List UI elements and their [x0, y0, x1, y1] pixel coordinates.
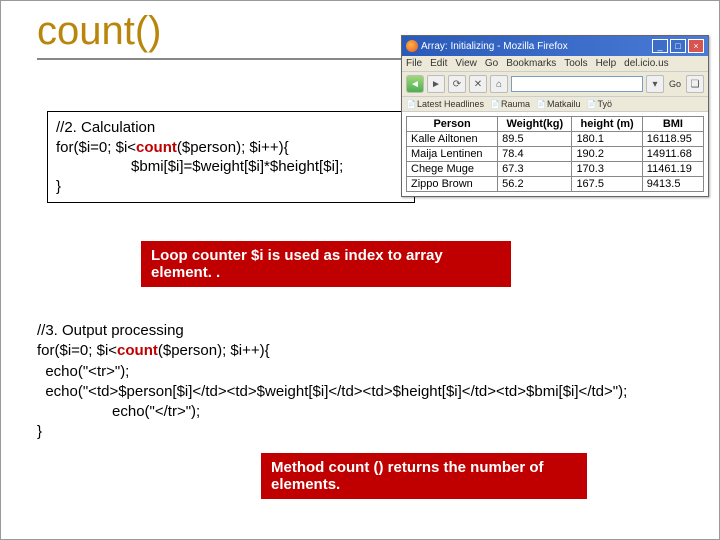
browser-titlebar: Array: Initializing - Mozilla Firefox _ … — [402, 36, 708, 56]
th-person: Person — [407, 117, 498, 132]
menu-file[interactable]: File — [406, 58, 422, 69]
stop-button[interactable]: ✕ — [469, 75, 487, 93]
th-weight: Weight(kg) — [498, 117, 572, 132]
table-row: Maija Lentinen 78.4 190.2 14911.68 — [407, 147, 704, 162]
table-header-row: Person Weight(kg) height (m) BMI — [407, 117, 704, 132]
menu-delicious[interactable]: del.icio.us — [624, 58, 668, 69]
close-button[interactable]: × — [688, 39, 704, 53]
code-block-calculation: //2. Calculation for($i=0; $i<count($per… — [47, 111, 415, 203]
tag-icon[interactable]: ❏ — [686, 75, 704, 93]
count-keyword: count — [117, 342, 158, 359]
menu-view[interactable]: View — [455, 58, 477, 69]
bookmark-item[interactable]: Työ — [586, 99, 611, 109]
bookmark-item[interactable]: Matkailu — [536, 99, 580, 109]
code-line: } — [56, 177, 406, 197]
slide: count() //2. Calculation for($i=0; $i<co… — [0, 0, 720, 540]
bookmarks-bar: Latest Headlines Rauma Matkailu Työ — [402, 97, 708, 112]
code-line: for($i=0; $i<count($person); $i++){ — [56, 138, 406, 158]
table-row: Kalle Ailtonen 89.5 180.1 16118.95 — [407, 132, 704, 147]
back-button[interactable]: ◄ — [406, 75, 424, 93]
menu-go[interactable]: Go — [485, 58, 498, 69]
menu-edit[interactable]: Edit — [430, 58, 447, 69]
home-button[interactable]: ⌂ — [490, 75, 508, 93]
browser-title: Array: Initializing - Mozilla Firefox — [421, 41, 568, 52]
code-line: $bmi[$i]=$weight[$i]*$height[$i]; — [56, 157, 406, 177]
reload-button[interactable]: ⟳ — [448, 75, 466, 93]
address-bar[interactable] — [511, 76, 643, 92]
code-line: //2. Calculation — [56, 118, 406, 138]
browser-menubar: File Edit View Go Bookmarks Tools Help d… — [402, 56, 708, 72]
count-keyword: count — [136, 139, 177, 156]
table-row: Chege Muge 67.3 170.3 11461.19 — [407, 162, 704, 177]
code-block-output: //3. Output processing for($i=0; $i<coun… — [37, 321, 717, 443]
firefox-icon — [406, 40, 418, 52]
table-row: Zippo Brown 56.2 167.5 9413.5 — [407, 177, 704, 192]
bookmark-item[interactable]: Latest Headlines — [406, 99, 484, 109]
minimize-button[interactable]: _ — [652, 39, 668, 53]
menu-tools[interactable]: Tools — [564, 58, 587, 69]
th-bmi: BMI — [642, 117, 703, 132]
forward-button[interactable]: ► — [427, 75, 445, 93]
menu-help[interactable]: Help — [596, 58, 617, 69]
browser-window: Array: Initializing - Mozilla Firefox _ … — [401, 35, 709, 197]
callout-method-count: Method count () returns the number of el… — [261, 453, 587, 499]
dropdown-icon[interactable]: ▾ — [646, 75, 664, 93]
bookmark-item[interactable]: Rauma — [490, 99, 530, 109]
maximize-button[interactable]: □ — [670, 39, 686, 53]
th-height: height (m) — [572, 117, 642, 132]
go-button[interactable]: Go — [667, 79, 683, 89]
browser-content: Person Weight(kg) height (m) BMI Kalle A… — [402, 112, 708, 196]
callout-loop-counter: Loop counter $i is used as index to arra… — [141, 241, 511, 287]
menu-bookmarks[interactable]: Bookmarks — [506, 58, 556, 69]
data-table: Person Weight(kg) height (m) BMI Kalle A… — [406, 116, 704, 192]
browser-toolbar: ◄ ► ⟳ ✕ ⌂ ▾ Go ❏ — [402, 72, 708, 97]
